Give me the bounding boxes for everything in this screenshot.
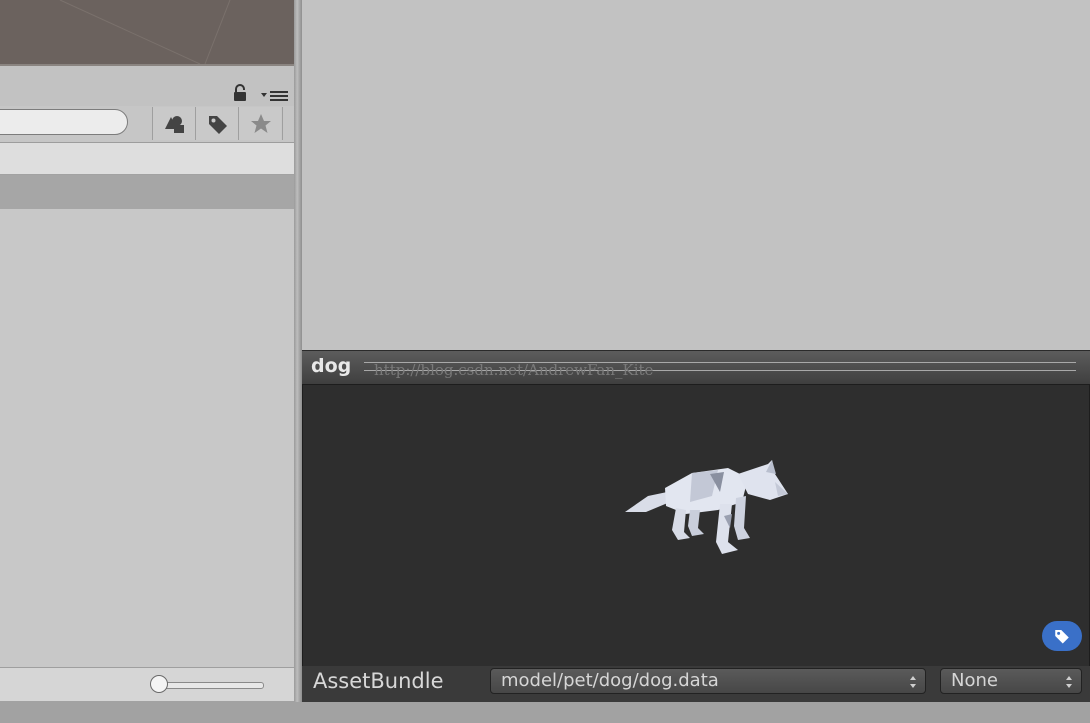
toolbar-divider xyxy=(282,107,283,140)
up-down-arrows-icon xyxy=(910,676,916,688)
asset-list-area[interactable] xyxy=(0,209,294,667)
label-tag-icon xyxy=(1055,630,1069,644)
filter-by-type-button[interactable] xyxy=(152,107,195,140)
inspector-area xyxy=(302,0,1090,350)
project-panel-header xyxy=(0,66,294,106)
panel-menu-icon[interactable] xyxy=(259,88,289,102)
favorites-button[interactable] xyxy=(238,107,281,140)
filter-by-label-button[interactable] xyxy=(195,107,238,140)
assetbundle-variant-select[interactable]: None xyxy=(940,668,1082,694)
panel-splitter[interactable] xyxy=(294,0,302,723)
lock-icon[interactable] xyxy=(232,84,248,102)
watermark-text: http://blog.csdn.net/AndrewFan_Kite xyxy=(374,361,654,379)
up-down-arrows-icon xyxy=(1066,676,1072,688)
asset-labels-button[interactable] xyxy=(1042,621,1082,651)
dog-model-preview[interactable] xyxy=(620,458,790,564)
assetbundle-name-value: model/pet/dog/dog.data xyxy=(501,670,719,691)
preview-title: dog xyxy=(311,355,352,377)
icon-size-slider-thumb[interactable] xyxy=(150,675,168,693)
filter-by-type-icon xyxy=(165,116,184,133)
search-input[interactable] xyxy=(0,109,128,135)
icon-size-slider-track[interactable] xyxy=(158,682,264,689)
window-footer xyxy=(0,702,1090,723)
scene-view[interactable] xyxy=(0,0,294,66)
list-item-selected[interactable] xyxy=(0,175,294,209)
assetbundle-variant-value: None xyxy=(951,670,998,691)
assetbundle-label: AssetBundle xyxy=(313,669,444,693)
assetbundle-name-select[interactable]: model/pet/dog/dog.data xyxy=(490,668,926,694)
list-item[interactable] xyxy=(0,143,294,174)
filter-by-label-icon xyxy=(209,116,227,134)
scene-grid-lines xyxy=(59,0,231,64)
star-icon xyxy=(251,114,271,133)
